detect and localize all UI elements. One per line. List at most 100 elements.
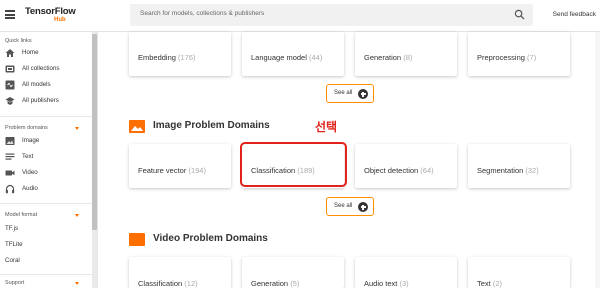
headphones-icon xyxy=(5,184,15,194)
sidebar-item-label: Home xyxy=(22,49,39,56)
sidebar-item-label: Text xyxy=(22,153,34,160)
card-count: (2) xyxy=(492,279,503,288)
card-count: (32) xyxy=(525,166,539,175)
logo-subtitle: Hub xyxy=(54,17,66,23)
card-count: (64) xyxy=(420,166,434,175)
card-label: Language model xyxy=(251,53,307,62)
card-label: Audio text xyxy=(364,279,398,288)
sidebar-item-home[interactable]: Home xyxy=(5,47,91,59)
card-count: (194) xyxy=(188,166,206,175)
card-label: Segmentation xyxy=(477,166,524,175)
sidebar-item-label: All collections xyxy=(22,65,60,72)
card-label: Feature vector xyxy=(138,166,187,175)
search-input[interactable]: Search for models, collections & publish… xyxy=(130,4,533,26)
card-text: Generation (5) xyxy=(251,279,299,288)
card-text: Text (2) xyxy=(477,279,502,288)
see-all-button[interactable]: See all xyxy=(326,197,374,216)
sidebar-item-coral[interactable]: Coral xyxy=(5,257,20,264)
sidebar-scrollbar[interactable] xyxy=(92,32,97,288)
card-count: (44) xyxy=(308,53,323,62)
image-section-icon xyxy=(129,120,145,133)
sidebar-item-label: All publishers xyxy=(22,97,59,104)
logo-title: TensorFlow xyxy=(25,6,76,17)
category-card-classification[interactable]: Classification (12) xyxy=(129,257,231,288)
plus-circle-icon xyxy=(358,202,368,212)
search-placeholder: Search for models, collections & publish… xyxy=(140,10,265,17)
card-count: (7) xyxy=(527,53,537,62)
category-card-preprocessing[interactable]: Preprocessing (7) xyxy=(468,32,570,76)
sidebar-item-all-models[interactable]: All models xyxy=(5,79,91,91)
sidebar-item-all-collections[interactable]: All collections xyxy=(5,63,91,75)
card-text: Language model (44) xyxy=(251,53,322,62)
card-label: Embedding xyxy=(138,53,176,62)
card-count: (176) xyxy=(178,53,196,62)
card-count: (12) xyxy=(184,279,198,288)
card-text: Feature vector (194) xyxy=(138,166,206,175)
problem-domains-heading: Problem domains xyxy=(5,125,48,131)
collapse-caret-icon[interactable] xyxy=(75,127,79,130)
sidebar-divider xyxy=(0,203,92,204)
image-section-title: Image Problem Domains xyxy=(153,120,270,131)
sidebar-item-audio[interactable]: Audio xyxy=(5,183,91,195)
card-label: Object detection xyxy=(364,166,419,175)
sidebar-item-tflite[interactable]: TFLite xyxy=(5,241,23,248)
see-all-label: See all xyxy=(334,203,353,209)
collections-icon xyxy=(5,65,15,73)
sidebar-item-image[interactable]: Image xyxy=(5,135,91,147)
category-card-audio-text[interactable]: Audio text (3) xyxy=(355,257,457,288)
category-card-segmentation[interactable]: Segmentation (32) xyxy=(468,144,570,188)
plus-circle-icon xyxy=(358,89,368,99)
annotation-label: 선택 xyxy=(315,120,338,134)
category-card-text[interactable]: Text (2) xyxy=(468,257,570,288)
tensorflow-hub-logo[interactable]: TensorFlow Hub xyxy=(25,6,85,26)
card-text: Audio text (3) xyxy=(364,279,409,288)
card-label: Generation xyxy=(364,53,402,62)
card-count: (3) xyxy=(399,279,409,288)
support-heading: Support xyxy=(5,280,25,286)
video-section-title: Video Problem Domains xyxy=(153,233,268,244)
category-card-feature-vector[interactable]: Feature vector (194) xyxy=(129,144,231,188)
sidebar-item-video[interactable]: Video xyxy=(5,167,91,179)
category-card-language-model[interactable]: Language model (44) xyxy=(242,32,344,76)
card-text: Preprocessing (7) xyxy=(477,53,536,62)
category-card-object-detection[interactable]: Object detection (64) xyxy=(355,144,457,188)
sidebar-item-all-publishers[interactable]: All publishers xyxy=(5,95,91,107)
text-icon xyxy=(5,153,15,160)
models-icon xyxy=(5,80,15,90)
quick-links-heading: Quick links xyxy=(5,38,32,44)
video-icon xyxy=(5,170,15,176)
see-all-button[interactable]: See all xyxy=(326,84,374,103)
card-count: (8) xyxy=(403,53,413,62)
card-text: Classification (12) xyxy=(138,279,198,288)
sidebar-item-label: Audio xyxy=(22,185,38,192)
collapse-caret-icon[interactable] xyxy=(75,282,79,285)
card-label: Classification xyxy=(138,279,183,288)
main-scrollbar[interactable] xyxy=(595,32,600,288)
category-card-embedding[interactable]: Embedding (176) xyxy=(129,32,231,76)
category-card-generation[interactable]: Generation (5) xyxy=(242,257,344,288)
card-label: Preprocessing xyxy=(477,53,525,62)
collapse-caret-icon[interactable] xyxy=(75,214,79,217)
top-bar: TensorFlow Hub Search for models, collec… xyxy=(0,0,600,32)
publishers-icon xyxy=(5,97,15,105)
card-text: Segmentation (32) xyxy=(477,166,539,175)
card-count: (5) xyxy=(290,279,300,288)
annotation-highlight-box xyxy=(240,142,347,187)
card-text: Generation (8) xyxy=(364,53,412,62)
sidebar-item-label: All models xyxy=(22,81,51,88)
search-icon[interactable] xyxy=(514,9,525,20)
category-card-generation[interactable]: Generation (8) xyxy=(355,32,457,76)
sidebar-item-label: Video xyxy=(22,169,38,176)
sidebar-divider xyxy=(0,274,92,275)
menu-icon[interactable] xyxy=(5,10,15,19)
send-feedback-link[interactable]: Send feedback xyxy=(553,11,596,18)
sidebar-item-text[interactable]: Text xyxy=(5,151,91,163)
card-text: Embedding (176) xyxy=(138,53,196,62)
home-icon xyxy=(5,49,15,57)
sidebar-item-label: Image xyxy=(22,137,40,144)
image-icon xyxy=(5,137,15,145)
card-label: Generation xyxy=(251,279,289,288)
sidebar-item-tfjs[interactable]: TF.js xyxy=(5,225,18,232)
card-label: Text xyxy=(477,279,491,288)
sidebar-scrollbar-thumb[interactable] xyxy=(92,34,97,230)
